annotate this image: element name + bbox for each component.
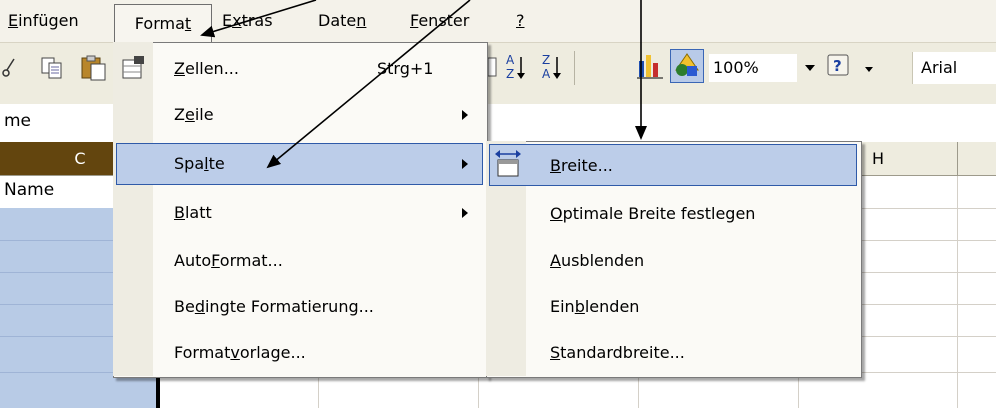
- submenu-item-einblenden[interactable]: Einblenden: [550, 284, 639, 330]
- menu-fenster[interactable]: Fenster: [410, 0, 469, 42]
- name-box-value[interactable]: me: [4, 111, 31, 131]
- paste-icon[interactable]: [80, 54, 108, 82]
- copy-icon[interactable]: [40, 56, 64, 80]
- svg-text:A: A: [542, 67, 551, 81]
- menu-item-label: AutoFormat...: [174, 251, 283, 270]
- toolbar-icon-fragment: [488, 57, 497, 77]
- format-cells-icon: [122, 56, 144, 79]
- menu-item-label: Blatt: [174, 203, 212, 222]
- menu-item-spalte[interactable]: Spalte: [174, 141, 225, 187]
- submenu-item-standardbreite[interactable]: Standardbreite...: [550, 330, 685, 376]
- help-icon[interactable]: ?: [826, 51, 856, 83]
- svg-text:Z: Z: [542, 53, 550, 67]
- drawing-button[interactable]: [670, 49, 704, 83]
- submenu-arrow-icon: [462, 208, 468, 218]
- menu-item-label: Zeile: [174, 105, 214, 124]
- svg-text:Z: Z: [506, 67, 514, 81]
- menu-item-autoformat[interactable]: AutoFormat...: [174, 238, 283, 284]
- cell-c1[interactable]: Name: [4, 180, 54, 200]
- column-divider: [957, 142, 958, 175]
- submenu-highlight: [489, 144, 857, 186]
- svg-text:?: ?: [833, 57, 842, 75]
- menu-item-label: Formatvorlage...: [174, 343, 306, 362]
- format-menu-highlight: [116, 143, 483, 185]
- menu-item-bedingte-formatierung[interactable]: Bedingte Formatierung...: [174, 284, 374, 330]
- submenu-arrow-icon: [462, 159, 468, 169]
- menu-item-zeile[interactable]: Zeile: [174, 92, 214, 138]
- toolbar-options-icon[interactable]: [862, 65, 876, 77]
- toolbar-separator: [574, 51, 575, 85]
- column-width-icon: [495, 150, 521, 177]
- format-menu-icon-gutter: [113, 42, 153, 376]
- submenu-item-ausblenden[interactable]: Ausblenden: [550, 238, 644, 284]
- menu-item-zellen[interactable]: Zellen... Strg+1: [174, 46, 433, 92]
- cut-icon[interactable]: [0, 57, 18, 79]
- menu-item-formatvorlage[interactable]: Formatvorlage...: [174, 330, 306, 376]
- menu-daten[interactable]: Daten: [318, 0, 366, 42]
- chart-wizard-icon[interactable]: [636, 51, 666, 83]
- svg-text:A: A: [506, 53, 515, 67]
- menu-format[interactable]: Format: [114, 4, 212, 43]
- menu-extras[interactable]: Extras: [222, 0, 273, 42]
- font-name-select[interactable]: Arial: [912, 52, 996, 84]
- chevron-down-icon[interactable]: [803, 62, 817, 74]
- menu-item-label: Zellen...: [174, 59, 239, 78]
- menu-item-shortcut: Strg+1: [377, 59, 434, 78]
- sort-ascending-icon[interactable]: A Z: [502, 51, 528, 83]
- zoom-select[interactable]: 100%: [709, 54, 797, 82]
- grid-line: [957, 176, 958, 408]
- column-header-h[interactable]: H: [872, 142, 884, 175]
- submenu-item-optimale-breite[interactable]: Optimale Breite festlegen: [550, 191, 755, 237]
- menu-help[interactable]: ?: [516, 0, 525, 42]
- submenu-item-breite[interactable]: Breite...: [550, 143, 613, 189]
- menu-item-label: Spalte: [174, 154, 225, 173]
- menu-item-label: Bedingte Formatierung...: [174, 297, 374, 316]
- menu-einfuegen[interactable]: Einfügen: [8, 0, 79, 42]
- sort-descending-icon[interactable]: Z A: [538, 51, 564, 83]
- submenu-arrow-icon: [462, 110, 468, 120]
- menu-item-blatt[interactable]: Blatt: [174, 190, 212, 236]
- drawing-icon: [675, 53, 699, 76]
- menu-bar: Einfügen Format Extras Daten Fenster ?: [0, 0, 996, 43]
